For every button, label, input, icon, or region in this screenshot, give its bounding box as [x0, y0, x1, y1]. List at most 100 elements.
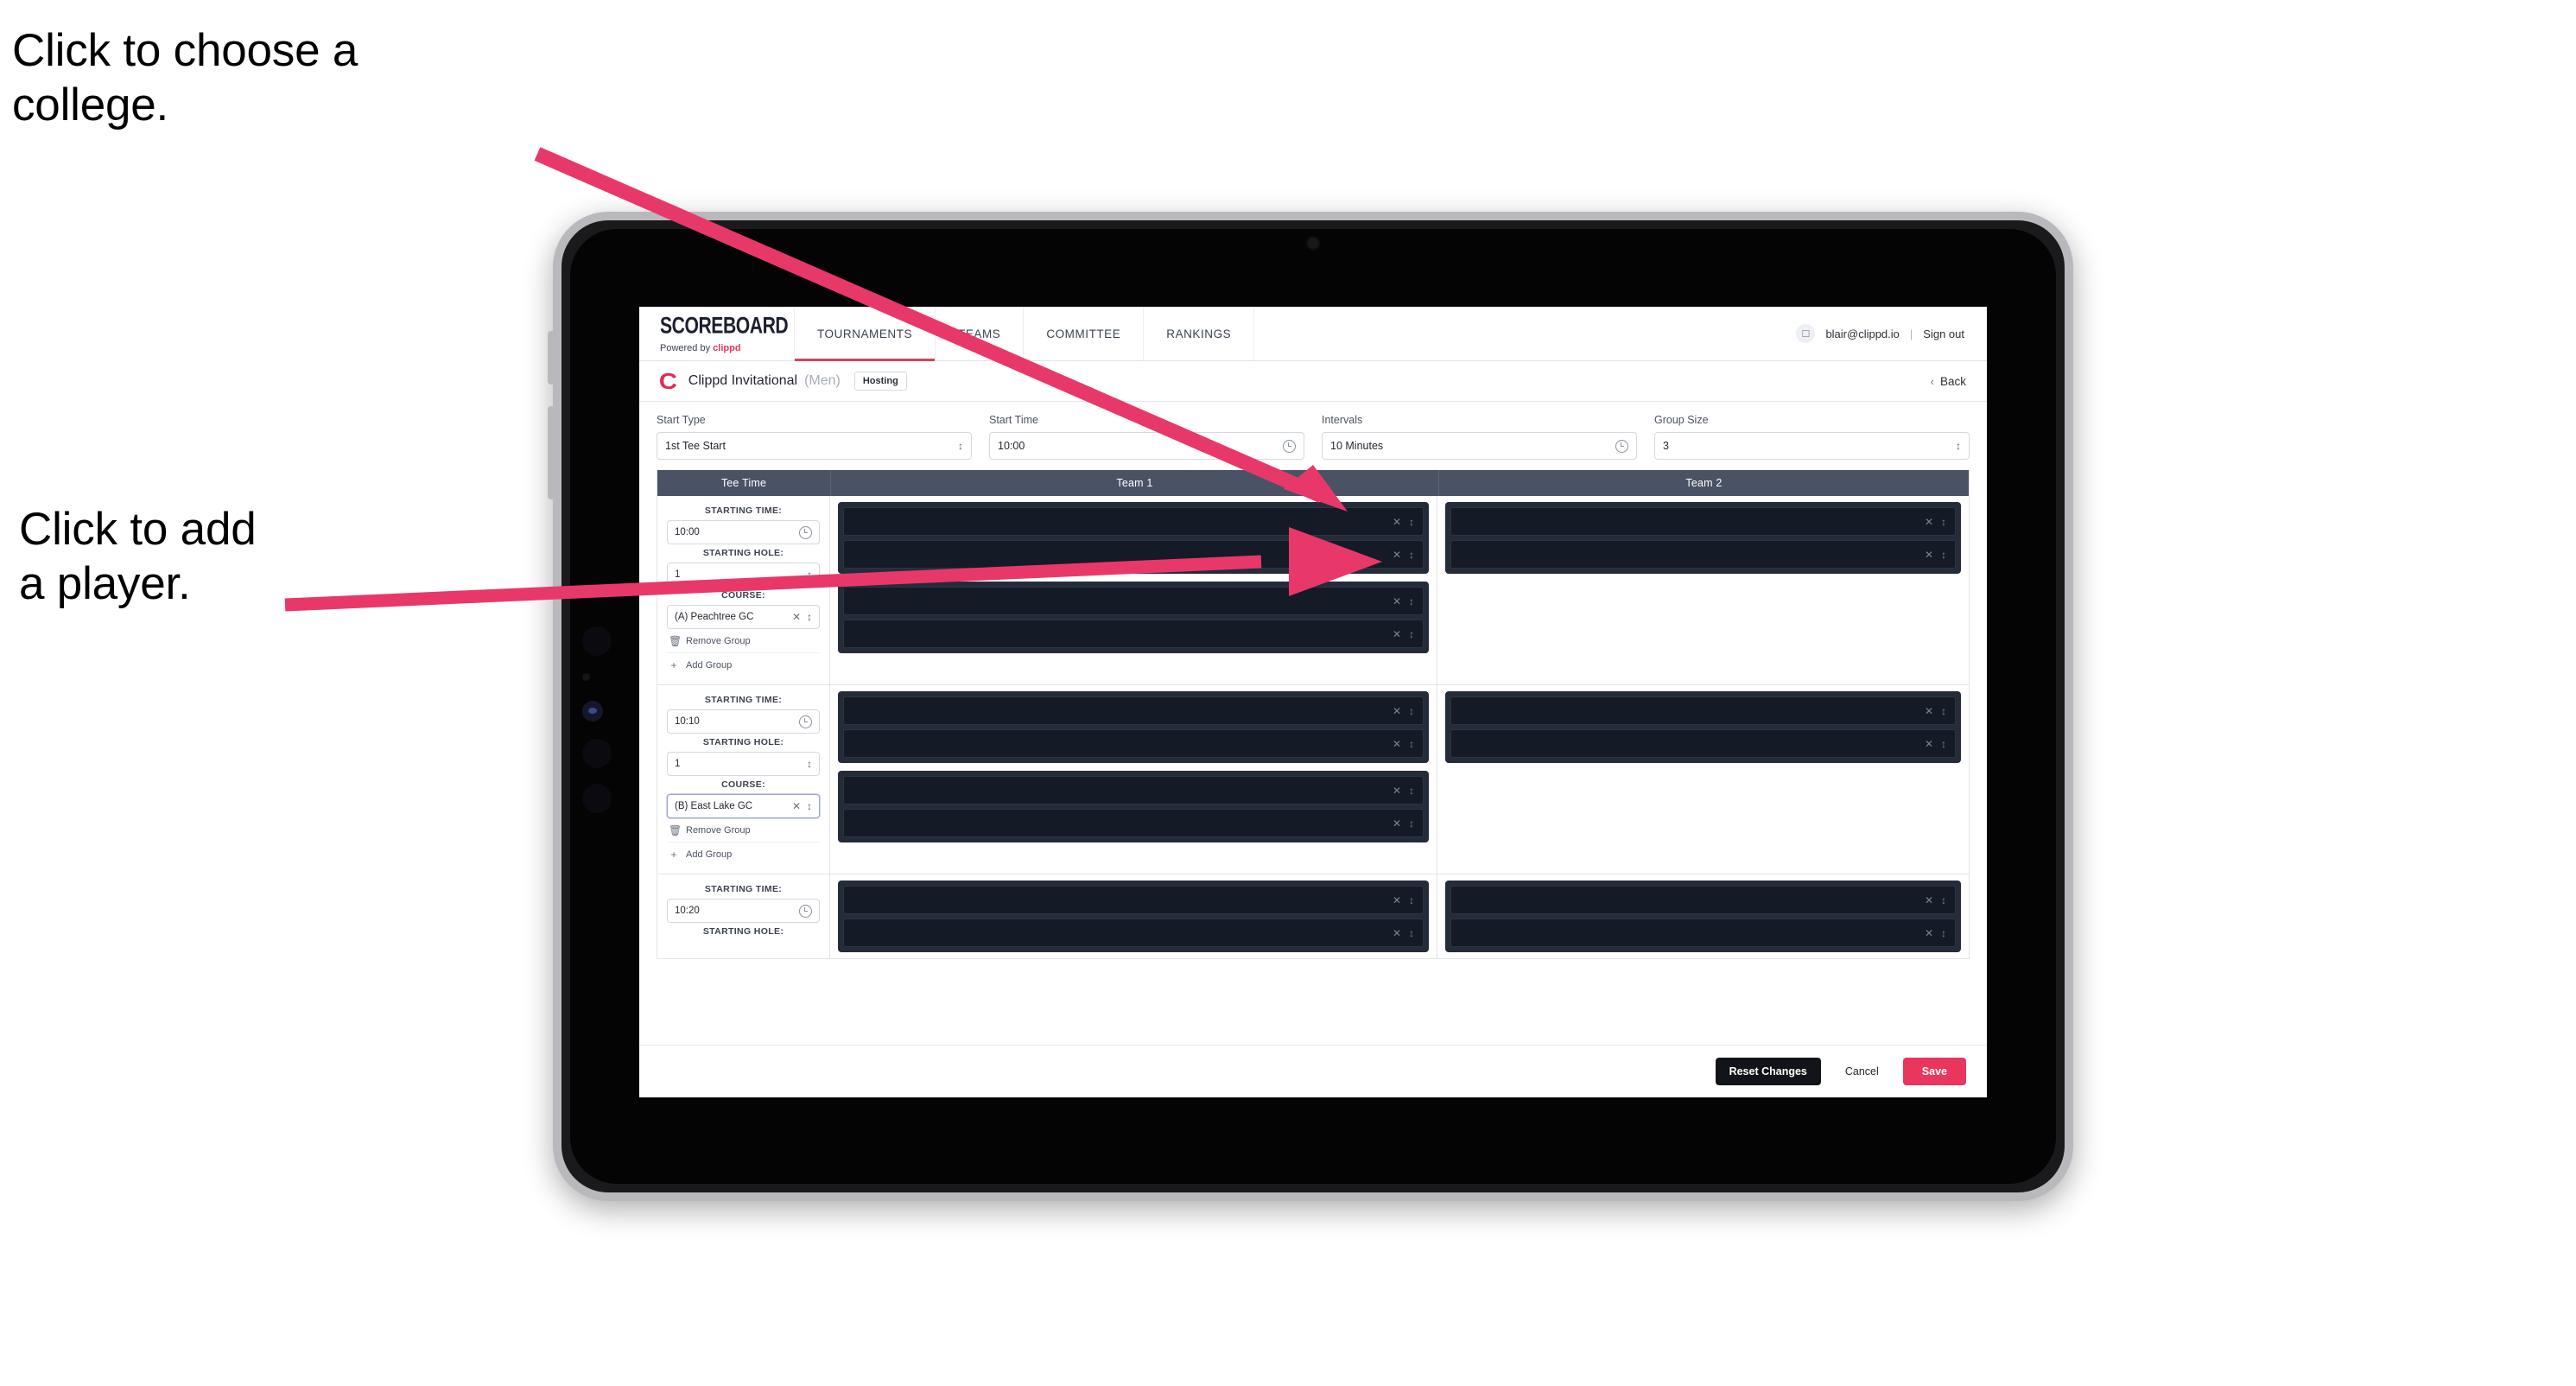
clock-icon — [799, 525, 812, 539]
close-icon[interactable]: ✕ — [1393, 895, 1401, 906]
rear-lens-icon-3 — [582, 784, 612, 813]
close-icon[interactable]: ✕ — [1925, 706, 1933, 716]
starting-hole-select[interactable]: 1 ↕ — [667, 563, 820, 587]
player-select-slot[interactable]: ✕ ↕ — [843, 776, 1424, 804]
remove-group-button[interactable]: 🗑 Remove Group — [667, 629, 820, 653]
add-group-label: Add Group — [686, 849, 733, 860]
close-icon[interactable]: ✕ — [1393, 928, 1401, 938]
player-slot-block: ✕ ↕ ✕ ↕ — [838, 881, 1429, 952]
tee-time-cell: STARTING TIME: 10:10 STARTING HOLE: 1 ↕ … — [657, 685, 830, 874]
player-select-slot[interactable]: ✕ ↕ — [843, 540, 1424, 569]
stepper-icon: ↕ — [1409, 548, 1414, 561]
player-select-slot[interactable]: ✕ ↕ — [843, 507, 1424, 536]
starting-hole-select[interactable]: 1 ↕ — [667, 752, 820, 776]
player-select-slot[interactable]: ✕ ↕ — [843, 587, 1424, 615]
close-icon[interactable]: ✕ — [1393, 550, 1401, 560]
annotation-add-player: Click to add a player. — [19, 504, 257, 609]
team-2-cell: ✕ ↕ ✕ ↕ — [1437, 496, 1969, 684]
clock-icon — [799, 715, 812, 728]
close-icon[interactable]: ✕ — [1393, 596, 1401, 607]
player-select-slot[interactable]: ✕ ↕ — [1450, 886, 1956, 914]
close-icon[interactable]: ✕ — [1393, 629, 1401, 639]
add-group-button[interactable]: + Add Group — [667, 842, 820, 866]
trash-icon: 🗑 — [669, 635, 682, 647]
player-select-slot[interactable]: ✕ ↕ — [843, 620, 1424, 648]
nav-tab-tournaments[interactable]: TOURNAMENTS — [795, 307, 936, 361]
starting-time-input[interactable]: 10:10 — [667, 709, 820, 734]
group-size-select[interactable]: 3 ↕ — [1654, 432, 1970, 460]
close-icon[interactable]: ✕ — [1925, 739, 1933, 749]
volume-up-button[interactable] — [548, 331, 555, 385]
add-group-button[interactable]: + Add Group — [667, 653, 820, 677]
team-2-cell: ✕ ↕ ✕ ↕ — [1437, 874, 1969, 958]
player-select-slot[interactable]: ✕ ↕ — [843, 729, 1424, 758]
add-group-label: Add Group — [686, 660, 733, 671]
filter-start-type-label: Start Type — [657, 414, 706, 426]
brand-logo[interactable]: SCOREBOARD Powered by clippd — [639, 307, 795, 360]
table-header-row: Tee Time Team 1 Team 2 — [657, 470, 1969, 496]
close-icon[interactable]: ✕ — [1393, 739, 1401, 749]
start-type-value: 1st Tee Start — [665, 440, 726, 452]
intervals-input[interactable]: 10 Minutes — [1322, 432, 1637, 460]
player-select-slot[interactable]: ✕ ↕ — [1450, 919, 1956, 947]
start-time-value: 10:00 — [998, 440, 1025, 452]
nav-tab-teams-label: TEAMS — [958, 327, 1001, 340]
stepper-icon: ↕ — [1409, 784, 1414, 797]
player-select-slot[interactable]: ✕ ↕ — [843, 919, 1424, 947]
nav-tab-teams[interactable]: TEAMS — [936, 307, 1025, 360]
starting-time-input[interactable]: 10:00 — [667, 520, 820, 544]
tee-sheet-table: Tee Time Team 1 Team 2 STARTING TIME: 10… — [657, 470, 1970, 959]
start-time-input[interactable]: 10:00 — [989, 432, 1304, 460]
starting-time-input[interactable]: 10:20 — [667, 899, 820, 923]
course-select[interactable]: (A) Peachtree GC ✕ ↕ — [667, 605, 820, 629]
player-select-slot[interactable]: ✕ ↕ — [1450, 540, 1956, 569]
close-icon[interactable]: ✕ — [1393, 818, 1401, 829]
player-select-slot[interactable]: ✕ ↕ — [1450, 507, 1956, 536]
starting-hole-label: STARTING HOLE: — [702, 926, 784, 937]
intervals-value: 10 Minutes — [1330, 440, 1384, 452]
start-type-select[interactable]: 1st Tee Start ↕ — [657, 432, 972, 460]
reset-changes-button[interactable]: Reset Changes — [1715, 1058, 1821, 1085]
sign-out-link[interactable]: Sign out — [1923, 327, 1964, 340]
stepper-icon: ↕ — [1409, 627, 1414, 640]
cancel-button[interactable]: Cancel — [1837, 1058, 1888, 1085]
stepper-icon: ↕ — [1409, 926, 1414, 939]
annotation-choose-college: Click to choose a college. — [12, 25, 358, 130]
stepper-icon: ↕ — [807, 800, 812, 812]
remove-group-button[interactable]: 🗑 Remove Group — [667, 818, 820, 842]
player-slot-block: ✕ ↕ ✕ ↕ — [838, 691, 1429, 763]
close-icon[interactable]: ✕ — [1925, 928, 1933, 938]
stepper-icon: ↕ — [1409, 737, 1414, 750]
close-icon[interactable]: ✕ — [1925, 550, 1933, 560]
player-select-slot[interactable]: ✕ ↕ — [1450, 729, 1956, 758]
starting-time-label: STARTING TIME: — [704, 884, 783, 894]
remove-group-label: Remove Group — [686, 825, 751, 836]
course-select[interactable]: (B) East Lake GC ✕ ↕ — [667, 794, 820, 818]
sensor-dot-icon — [582, 673, 590, 681]
stepper-icon: ↕ — [1941, 926, 1946, 939]
nav-tab-list: TOURNAMENTS TEAMS COMMITTEE RANKINGS — [795, 307, 1255, 361]
starting-time-label: STARTING TIME: — [704, 695, 783, 705]
brand-clippd-text: clippd — [713, 343, 741, 353]
close-icon[interactable]: ✕ — [1393, 785, 1401, 796]
close-icon[interactable]: ✕ — [792, 801, 801, 811]
nav-tab-rankings[interactable]: RANKINGS — [1144, 307, 1255, 360]
volume-down-button[interactable] — [548, 406, 555, 499]
save-button[interactable]: Save — [1902, 1058, 1966, 1085]
nav-tab-committee[interactable]: COMMITTEE — [1024, 307, 1145, 360]
close-icon[interactable]: ✕ — [1925, 895, 1933, 906]
player-select-slot[interactable]: ✕ ↕ — [1450, 696, 1956, 725]
back-link[interactable]: ‹ Back — [1931, 375, 1966, 388]
user-icon[interactable]: ☐ — [1796, 324, 1816, 343]
close-icon[interactable]: ✕ — [1393, 706, 1401, 716]
starting-time-label: STARTING TIME: — [704, 505, 783, 516]
close-icon[interactable]: ✕ — [792, 612, 801, 622]
stepper-icon: ↕ — [1409, 704, 1414, 717]
close-icon[interactable]: ✕ — [1393, 517, 1401, 527]
player-select-slot[interactable]: ✕ ↕ — [843, 809, 1424, 837]
starting-hole-value: 1 — [675, 759, 681, 769]
player-select-slot[interactable]: ✕ ↕ — [843, 696, 1424, 725]
close-icon[interactable]: ✕ — [1925, 517, 1933, 527]
player-select-slot[interactable]: ✕ ↕ — [843, 886, 1424, 914]
status-badge: Hosting — [853, 372, 907, 391]
